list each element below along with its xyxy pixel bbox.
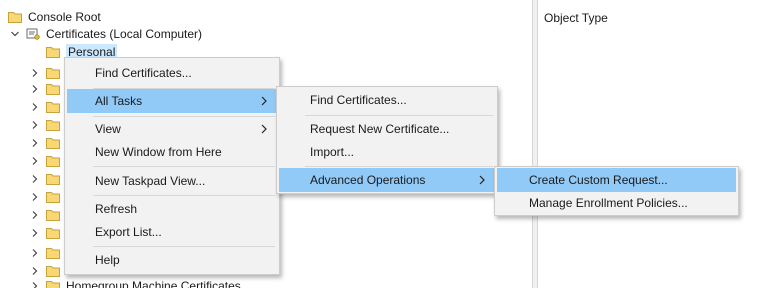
advanced-operations-submenu: Create Custom Request... Manage Enrollme… [494, 166, 739, 216]
menu-separator [305, 166, 493, 167]
menu-item-find-certificates[interactable]: Find Certificates... [279, 88, 495, 112]
folder-icon [46, 101, 60, 113]
menu-item-create-custom-request[interactable]: Create Custom Request... [497, 168, 736, 192]
chevron-right-icon[interactable] [30, 138, 40, 148]
certificate-store-icon [26, 28, 40, 40]
folder-icon [46, 280, 60, 288]
column-header-object-type[interactable]: Object Type [544, 11, 608, 25]
submenu-arrow-icon [261, 96, 267, 106]
tree-node-folder[interactable] [30, 206, 66, 224]
menu-item-import[interactable]: Import... [279, 140, 495, 164]
chevron-right-icon[interactable] [30, 68, 40, 78]
menu-item-new-taskpad[interactable]: New Taskpad View... [67, 169, 277, 193]
chevron-right-icon[interactable] [30, 120, 40, 130]
folder-icon [46, 173, 60, 185]
tree-node-console-root[interactable]: Console Root [8, 8, 101, 26]
menu-item-label: Manage Enrollment Policies... [529, 196, 688, 210]
tree-node-folder[interactable] [30, 98, 66, 116]
menu-item-label: All Tasks [95, 94, 143, 108]
tree-node-folder[interactable] [30, 116, 66, 134]
menu-item-export-list[interactable]: Export List... [67, 220, 277, 244]
folder-icon [8, 11, 22, 23]
menu-item-label: Refresh [95, 202, 138, 216]
tree-node-homegroup-machine-certificates[interactable]: Homegroup Machine Certificates [30, 277, 241, 288]
folder-icon [46, 137, 60, 149]
menu-item-advanced-operations[interactable]: Advanced Operations [279, 168, 495, 192]
details-pane: Object Type [538, 0, 759, 288]
tree-node-folder[interactable] [30, 134, 66, 152]
tree-node-folder[interactable] [30, 170, 66, 188]
menu-item-label: Export List... [95, 225, 162, 239]
menu-item-all-tasks[interactable]: All Tasks [67, 89, 277, 113]
folder-icon [46, 155, 60, 167]
tree-node-label: Certificates (Local Computer) [46, 27, 203, 41]
all-tasks-submenu: Find Certificates... Request New Certifi… [276, 86, 498, 194]
menu-separator [93, 195, 275, 196]
menu-item-refresh[interactable]: Refresh [67, 197, 277, 221]
menu-item-help[interactable]: Help [67, 248, 277, 272]
chevron-right-icon[interactable] [30, 156, 40, 166]
context-menu: Find Certificates... All Tasks View New … [64, 57, 280, 275]
tree-node-folder[interactable] [30, 244, 66, 262]
tree-node-label: Console Root [28, 10, 101, 24]
menu-item-label: Find Certificates... [95, 66, 192, 80]
menu-item-label: New Window from Here [95, 145, 222, 159]
folder-icon [46, 191, 60, 203]
chevron-right-icon[interactable] [30, 228, 40, 238]
tree-node-folder[interactable] [30, 224, 66, 242]
chevron-right-icon[interactable] [30, 84, 40, 94]
tree-node-certificates-local-computer[interactable]: Certificates (Local Computer) [10, 25, 202, 43]
chevron-right-icon[interactable] [30, 102, 40, 112]
menu-item-view[interactable]: View [67, 117, 277, 141]
menu-item-new-window[interactable]: New Window from Here [67, 140, 277, 164]
menu-item-label: View [95, 122, 121, 136]
menu-item-label: Find Certificates... [310, 93, 407, 107]
chevron-right-icon[interactable] [30, 248, 40, 258]
submenu-arrow-icon [479, 175, 485, 185]
folder-icon [46, 247, 60, 259]
folder-icon [46, 209, 60, 221]
menu-item-label: Import... [310, 145, 355, 159]
tree-node-folder[interactable] [30, 188, 66, 206]
tree-node-label: Homegroup Machine Certificates [66, 279, 241, 288]
folder-icon [46, 119, 60, 131]
chevron-right-icon[interactable] [30, 210, 40, 220]
tree-node-folder[interactable] [30, 80, 66, 98]
folder-icon [46, 46, 60, 58]
chevron-right-icon[interactable] [30, 266, 40, 276]
chevron-right-icon[interactable] [30, 281, 40, 288]
chevron-right-icon[interactable] [30, 192, 40, 202]
menu-separator [93, 166, 275, 167]
menu-item-label: Help [95, 253, 120, 267]
folder-icon [46, 227, 60, 239]
chevron-down-icon[interactable] [10, 29, 20, 39]
menu-item-manage-enrollment-policies[interactable]: Manage Enrollment Policies... [497, 191, 736, 215]
tree-node-folder[interactable] [30, 152, 66, 170]
folder-icon [46, 83, 60, 95]
menu-separator [93, 246, 275, 247]
folder-icon [46, 265, 60, 277]
menu-item-label: Advanced Operations [310, 173, 426, 187]
menu-item-request-new-certificate[interactable]: Request New Certificate... [279, 117, 495, 141]
folder-icon [46, 67, 60, 79]
submenu-arrow-icon [261, 124, 267, 134]
menu-item-label: Request New Certificate... [310, 122, 450, 136]
menu-separator [305, 115, 493, 116]
chevron-right-icon[interactable] [30, 174, 40, 184]
menu-item-find-certificates[interactable]: Find Certificates... [67, 61, 277, 85]
menu-item-label: Create Custom Request... [529, 173, 668, 187]
menu-item-label: New Taskpad View... [95, 174, 206, 188]
